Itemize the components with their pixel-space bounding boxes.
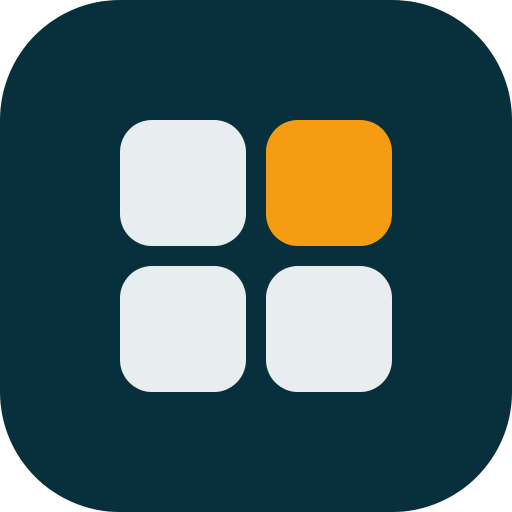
- app-icon: [0, 0, 512, 512]
- icon-background: [0, 0, 512, 512]
- top-right-tile: [266, 120, 392, 246]
- bottom-right-tile: [266, 266, 392, 392]
- top-left-tile: [120, 120, 246, 246]
- bottom-left-tile: [120, 266, 246, 392]
- four-tiles-grid-icon: [0, 0, 512, 512]
